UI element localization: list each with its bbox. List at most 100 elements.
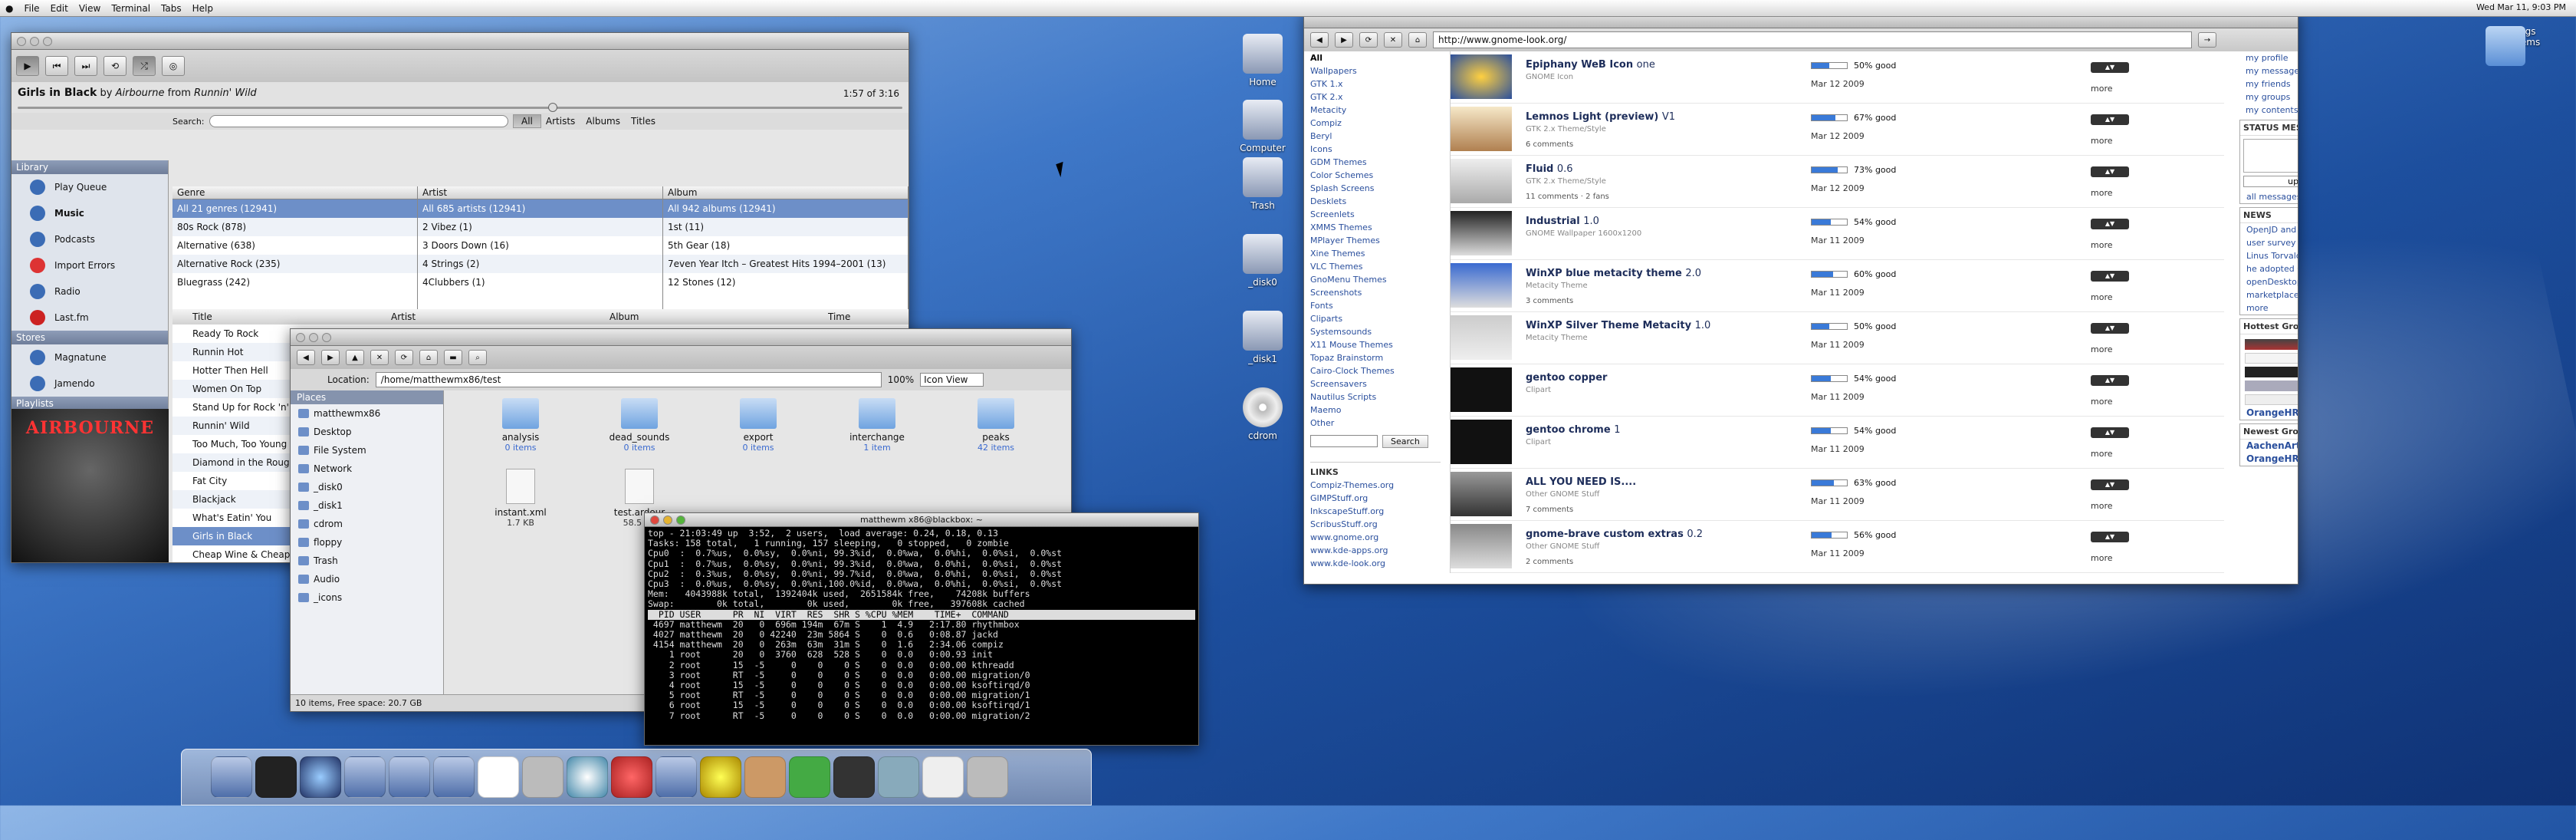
terminal-icon[interactable] bbox=[255, 756, 297, 798]
play-button[interactable]: ▶ bbox=[16, 56, 39, 76]
reload-button[interactable]: ⟳ bbox=[395, 350, 413, 365]
stop-button[interactable]: ✕ bbox=[370, 350, 389, 365]
folder-item[interactable]: interchange 1 item bbox=[831, 398, 923, 453]
category-link[interactable]: Desklets bbox=[1310, 195, 1441, 208]
site-link[interactable]: GIMPStuff.org bbox=[1310, 492, 1441, 505]
list-item[interactable]: All 942 albums (12941) bbox=[663, 199, 908, 218]
col-album[interactable]: Album bbox=[610, 309, 828, 324]
search-button[interactable]: ⌕ bbox=[468, 350, 487, 365]
news-link[interactable]: user survey bbox=[2240, 236, 2298, 249]
more-link[interactable]: more bbox=[2091, 136, 2113, 146]
site-link[interactable]: InkscapeStuff.org bbox=[1310, 505, 1441, 518]
category-link[interactable]: MPlayer Themes bbox=[1310, 234, 1441, 247]
genre-column[interactable]: Genre All 21 genres (12941) 80s Rock (87… bbox=[172, 186, 418, 309]
place-disk1[interactable]: _disk1 bbox=[291, 496, 443, 515]
entry-title[interactable]: gentoo chrome 1 bbox=[1526, 424, 1620, 436]
library-header[interactable]: Library bbox=[12, 160, 168, 174]
more-link[interactable]: more bbox=[2091, 553, 2113, 563]
category-link[interactable]: Cliparts bbox=[1310, 312, 1441, 325]
forward-button[interactable]: ▶ bbox=[1335, 32, 1353, 48]
previous-button[interactable]: ⏮ bbox=[45, 56, 68, 76]
minimize-button[interactable] bbox=[30, 37, 39, 46]
place-icons[interactable]: _icons bbox=[291, 588, 443, 607]
place-desktop[interactable]: Desktop bbox=[291, 423, 443, 441]
thumbnail[interactable] bbox=[1451, 107, 1512, 151]
web-browser-icon[interactable] bbox=[300, 756, 341, 798]
entry-title[interactable]: gnome-brave custom extras 0.2 bbox=[1526, 529, 1703, 540]
list-item[interactable]: 7even Year Itch – Greatest Hits 1994–200… bbox=[663, 255, 908, 273]
all-messages-link[interactable]: all messages bbox=[2240, 190, 2298, 203]
user-link[interactable]: my profile bbox=[2239, 51, 2298, 64]
category-link[interactable]: Other bbox=[1310, 417, 1441, 430]
entry-comments[interactable]: 6 comments bbox=[1526, 140, 1573, 149]
menu-file[interactable]: File bbox=[18, 3, 44, 14]
cs-icon[interactable] bbox=[611, 756, 652, 798]
category-link[interactable]: VLC Themes bbox=[1310, 260, 1441, 273]
filter-albums[interactable]: Albums bbox=[586, 116, 620, 127]
more-link[interactable]: more bbox=[2091, 501, 2113, 511]
entry-title[interactable]: WinXP Silver Theme Metacity 1.0 bbox=[1526, 320, 1710, 331]
list-item[interactable]: Epiphany WeB Icon one GNOME Icon 50% good M… bbox=[1451, 51, 2224, 104]
sidebar-item-lastfm[interactable]: Last.fm bbox=[12, 305, 168, 331]
place-network[interactable]: Network bbox=[291, 460, 443, 478]
desktop-songs[interactable]: _songs29 items bbox=[2486, 26, 2555, 66]
sidebar-item-music[interactable]: Music bbox=[12, 200, 168, 226]
desktop-disk1[interactable]: _disk1 bbox=[1228, 311, 1297, 364]
shuffle-button[interactable]: ⤮ bbox=[133, 56, 156, 76]
site-search-input[interactable] bbox=[1310, 435, 1378, 447]
stop-button[interactable]: ✕ bbox=[1384, 32, 1402, 48]
category-link[interactable]: XMMS Themes bbox=[1310, 221, 1441, 234]
zoom-button[interactable] bbox=[676, 516, 685, 525]
site-link[interactable]: ScribusStuff.org bbox=[1310, 518, 1441, 531]
list-item[interactable]: All 21 genres (12941) bbox=[172, 199, 417, 218]
list-item[interactable]: gentoo chrome 1 Clipart 54% good Mar 11 200… bbox=[1451, 417, 2224, 469]
guitar-icon[interactable] bbox=[744, 756, 786, 798]
home-button[interactable]: ⌂ bbox=[419, 350, 438, 365]
category-link[interactable]: Nautilus Scripts bbox=[1310, 390, 1441, 404]
entry-title[interactable]: Lemnos Light (preview) V1 bbox=[1526, 111, 1675, 123]
entry-comments[interactable]: 11 comments · 2 fans bbox=[1526, 193, 1609, 201]
more-link[interactable]: more bbox=[2091, 188, 2113, 198]
desktop-home[interactable]: Home bbox=[1228, 34, 1297, 87]
minimize-button[interactable] bbox=[309, 333, 318, 342]
category-link[interactable]: Xine Themes bbox=[1310, 247, 1441, 260]
newest-group[interactable]: AachenArtwork bbox=[2240, 440, 2298, 453]
thumbnail[interactable] bbox=[1451, 420, 1512, 464]
category-link[interactable]: Maemo bbox=[1310, 404, 1441, 417]
text-editor-icon[interactable] bbox=[478, 756, 519, 798]
sidebar-item-import-errors[interactable]: Import Errors bbox=[12, 252, 168, 278]
update-button[interactable]: update bbox=[2243, 176, 2298, 187]
documents-icon[interactable] bbox=[922, 756, 964, 798]
chat-icon[interactable] bbox=[433, 756, 475, 798]
user-link[interactable]: my messages bbox=[2239, 64, 2298, 77]
col-artist[interactable]: Artist bbox=[391, 309, 610, 324]
close-button[interactable] bbox=[296, 333, 305, 342]
category-link[interactable]: Screenshots bbox=[1310, 286, 1441, 299]
list-item[interactable]: 3 Doors Down (16) bbox=[418, 236, 662, 255]
artist-header[interactable]: Artist bbox=[418, 186, 662, 199]
menu-tabs[interactable]: Tabs bbox=[156, 3, 187, 14]
menu-terminal[interactable]: Terminal bbox=[106, 3, 156, 14]
list-item[interactable]: Alternative Rock (235) bbox=[172, 255, 417, 273]
user-link[interactable]: my friends bbox=[2239, 77, 2298, 91]
list-item[interactable]: Fluid 0.6 GTK 2.x Theme/Style 11 comments … bbox=[1451, 156, 2224, 208]
reload-button[interactable]: ⟳ bbox=[1359, 32, 1378, 48]
category-link[interactable]: Metacity bbox=[1310, 104, 1441, 117]
menu-view[interactable]: View bbox=[74, 3, 106, 14]
news-link[interactable]: openDesktop.org bbox=[2240, 275, 2298, 288]
monitor-icon[interactable] bbox=[833, 756, 875, 798]
category-link[interactable]: Color Schemes bbox=[1310, 169, 1441, 182]
rate-badge[interactable]: ▲▼ bbox=[2091, 114, 2129, 125]
folder-item[interactable]: export 0 items bbox=[712, 398, 804, 453]
go-button[interactable]: → bbox=[2198, 32, 2216, 48]
list-item[interactable]: 2 Vibez (1) bbox=[418, 218, 662, 236]
rate-badge[interactable]: ▲▼ bbox=[2091, 532, 2129, 542]
thumbnail[interactable] bbox=[1451, 315, 1512, 360]
group-logo[interactable] bbox=[2245, 380, 2298, 391]
zoom-button[interactable] bbox=[43, 37, 52, 46]
close-button[interactable] bbox=[650, 516, 659, 525]
list-item[interactable]: gnome-brave custom extras 0.2 Other GNOME… bbox=[1451, 521, 2224, 573]
genre-header[interactable]: Genre bbox=[172, 186, 417, 199]
place-cdrom[interactable]: cdrom bbox=[291, 515, 443, 533]
rate-badge[interactable]: ▲▼ bbox=[2091, 479, 2129, 490]
